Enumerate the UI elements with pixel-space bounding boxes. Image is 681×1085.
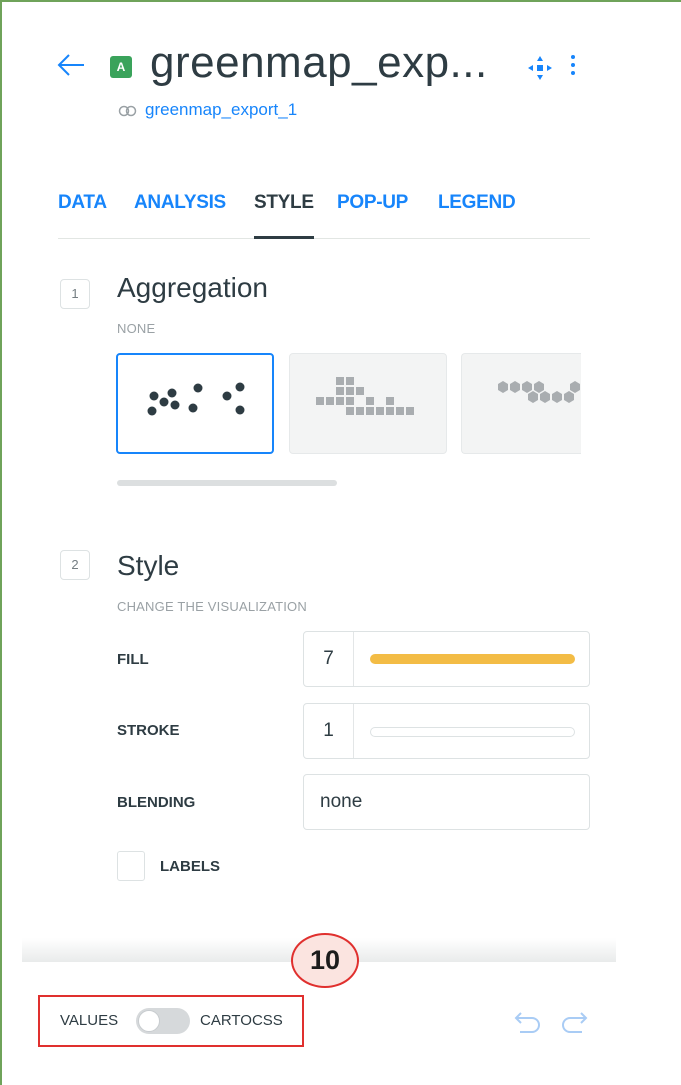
tab-analysis[interactable]: ANALYSIS <box>134 192 226 239</box>
focus-icon[interactable] <box>527 55 553 81</box>
aggregation-value: NONE <box>117 321 156 336</box>
points-icon <box>147 382 245 416</box>
more-options-icon[interactable] <box>568 52 578 78</box>
panel-frame <box>0 0 681 1085</box>
tab-bar: DATA ANALYSIS STYLE POP-UP LEGEND <box>58 192 590 239</box>
hexabins-icon <box>498 381 580 403</box>
redo-icon[interactable] <box>558 1010 594 1034</box>
style-subtitle: CHANGE THE VISUALIZATION <box>117 599 307 614</box>
section-number-aggregation: 1 <box>60 279 90 309</box>
back-arrow-icon[interactable] <box>56 52 86 78</box>
aggregation-option-points[interactable] <box>116 353 274 454</box>
stroke-label: STROKE <box>117 722 180 739</box>
squares-icon <box>316 377 414 415</box>
cartocss-label[interactable]: CARTOCSS <box>200 1012 283 1029</box>
tab-style[interactable]: STYLE <box>254 192 314 239</box>
step-number-badge: 10 <box>291 933 359 988</box>
stroke-control[interactable]: 1 <box>303 703 590 759</box>
labels-label: LABELS <box>160 858 220 875</box>
section-number-style: 2 <box>60 550 90 580</box>
fill-color-swatch[interactable] <box>370 654 575 664</box>
values-cartocss-switch[interactable] <box>136 1008 190 1034</box>
tab-pop-up[interactable]: POP-UP <box>337 192 408 239</box>
source-link[interactable]: greenmap_export_1 <box>145 100 297 120</box>
values-label[interactable]: VALUES <box>60 1012 118 1029</box>
stroke-size-value[interactable]: 1 <box>304 704 354 758</box>
aggregation-option-squares[interactable] <box>289 353 447 454</box>
labels-checkbox[interactable] <box>117 851 145 881</box>
stroke-color-swatch[interactable] <box>370 727 575 737</box>
fill-size-value[interactable]: 7 <box>304 632 354 686</box>
tab-legend[interactable]: LEGEND <box>438 192 516 239</box>
layer-title[interactable]: greenmap_exp... <box>150 38 488 88</box>
values-cartocss-toggle-group: VALUES CARTOCSS <box>38 995 304 1047</box>
blending-value: none <box>320 791 363 812</box>
tab-data[interactable]: DATA <box>58 192 107 239</box>
blending-label: BLENDING <box>117 794 196 811</box>
aggregation-scrollbar[interactable] <box>117 480 337 486</box>
source-node-icon <box>118 105 137 117</box>
blending-select[interactable]: none <box>303 774 590 830</box>
fill-control[interactable]: 7 <box>303 631 590 687</box>
section-title-aggregation: Aggregation <box>117 272 269 303</box>
fill-label: FILL <box>117 651 149 668</box>
section-title-style: Style <box>117 550 180 581</box>
switch-knob <box>138 1010 160 1032</box>
undo-icon[interactable] <box>508 1010 544 1034</box>
aggregation-option-hexabins[interactable] <box>461 353 581 454</box>
layer-letter-badge: A <box>110 56 132 78</box>
